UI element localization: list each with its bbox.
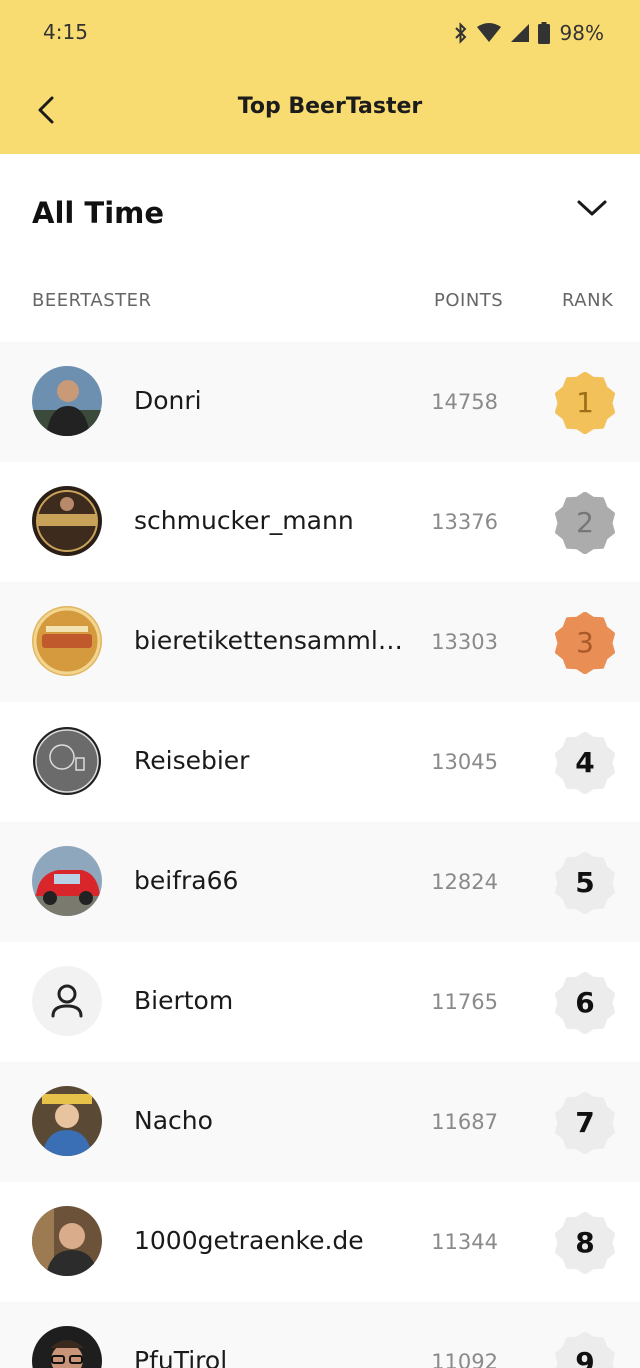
rank-number: 7 xyxy=(575,1106,595,1139)
username: schmucker_mann xyxy=(134,506,354,535)
avatar xyxy=(32,1086,102,1156)
username: Reisebier xyxy=(134,746,250,775)
rank-badge: 9 xyxy=(554,1332,616,1368)
username: Biertom xyxy=(134,986,234,1015)
leaderboard-row[interactable]: PfuTirol 11092 9 xyxy=(0,1302,640,1368)
username: PfuTirol xyxy=(134,1346,228,1368)
leaderboard-row[interactable]: bieretikettensammler... 13303 3 xyxy=(0,582,640,702)
rank-badge: 1 xyxy=(554,372,616,434)
rank-number: 6 xyxy=(575,986,595,1019)
rank-badge: 5 xyxy=(554,852,616,914)
leaderboard-row[interactable]: Donri 14758 1 xyxy=(0,342,640,462)
rank-badge: 4 xyxy=(554,732,616,794)
time-filter-dropdown[interactable]: All Time xyxy=(0,154,640,274)
avatar xyxy=(32,1326,102,1368)
leaderboard-row[interactable]: Nacho 11687 7 xyxy=(0,1062,640,1182)
time-filter-label: All Time xyxy=(32,196,165,230)
points-value: 11344 xyxy=(431,1230,498,1254)
rank-badge: 3 xyxy=(554,612,616,674)
points-value: 13376 xyxy=(431,510,498,534)
avatar xyxy=(32,726,102,796)
points-value: 11765 xyxy=(431,990,498,1014)
rank-number: 8 xyxy=(575,1226,595,1259)
avatar xyxy=(32,366,102,436)
username: Donri xyxy=(134,386,202,415)
rank-badge: 6 xyxy=(554,972,616,1034)
leaderboard-row[interactable]: 1000getraenke.de 11344 8 xyxy=(0,1182,640,1302)
points-value: 11687 xyxy=(431,1110,498,1134)
rank-number: 2 xyxy=(576,506,594,539)
points-value: 14758 xyxy=(431,390,498,414)
battery-icon xyxy=(537,22,550,44)
points-value: 13303 xyxy=(431,630,498,654)
column-header-rank: RANK xyxy=(562,290,614,311)
rank-badge: 7 xyxy=(554,1092,616,1154)
default-avatar xyxy=(32,966,102,1036)
app-header: 4:15 98% Top BeerTaster xyxy=(0,0,640,154)
rank-number: 3 xyxy=(576,626,594,659)
leaderboard-row[interactable]: Reisebier 13045 4 xyxy=(0,702,640,822)
leaderboard-row[interactable]: schmucker_mann 13376 2 xyxy=(0,462,640,582)
leaderboard-row[interactable]: beifra66 12824 5 xyxy=(0,822,640,942)
screen-title: Top BeerTaster xyxy=(237,94,423,119)
leaderboard-list: Donri 14758 1 schmucker_mann 13376 2 bie… xyxy=(0,342,640,1368)
column-header-points: POINTS xyxy=(434,290,504,311)
status-bar: 4:15 98% xyxy=(0,0,640,66)
points-value: 11092 xyxy=(431,1350,498,1368)
status-icons: 98% xyxy=(454,20,604,46)
rank-number: 9 xyxy=(575,1346,595,1368)
avatar xyxy=(32,846,102,916)
rank-badge: 2 xyxy=(554,492,616,554)
battery-percentage: 98% xyxy=(559,21,604,45)
status-time: 4:15 xyxy=(43,20,88,44)
username: beifra66 xyxy=(134,866,239,895)
points-value: 13045 xyxy=(431,750,498,774)
username: bieretikettensammler... xyxy=(134,626,416,655)
username: Nacho xyxy=(134,1106,213,1135)
avatar xyxy=(32,606,102,676)
avatar xyxy=(32,486,102,556)
leaderboard-row[interactable]: Biertom 11765 6 xyxy=(0,942,640,1062)
rank-number: 4 xyxy=(575,746,595,779)
rank-badge: 8 xyxy=(554,1212,616,1274)
bluetooth-icon xyxy=(454,22,466,44)
username: 1000getraenke.de xyxy=(134,1226,364,1255)
rank-number: 5 xyxy=(575,866,595,899)
cellular-signal-icon xyxy=(510,24,529,42)
column-header-beertaster: BEERTASTER xyxy=(32,290,152,311)
chevron-down-icon[interactable] xyxy=(576,198,608,218)
points-value: 12824 xyxy=(431,870,498,894)
rank-number: 1 xyxy=(576,386,594,419)
avatar xyxy=(32,1206,102,1276)
wifi-icon xyxy=(476,23,501,42)
